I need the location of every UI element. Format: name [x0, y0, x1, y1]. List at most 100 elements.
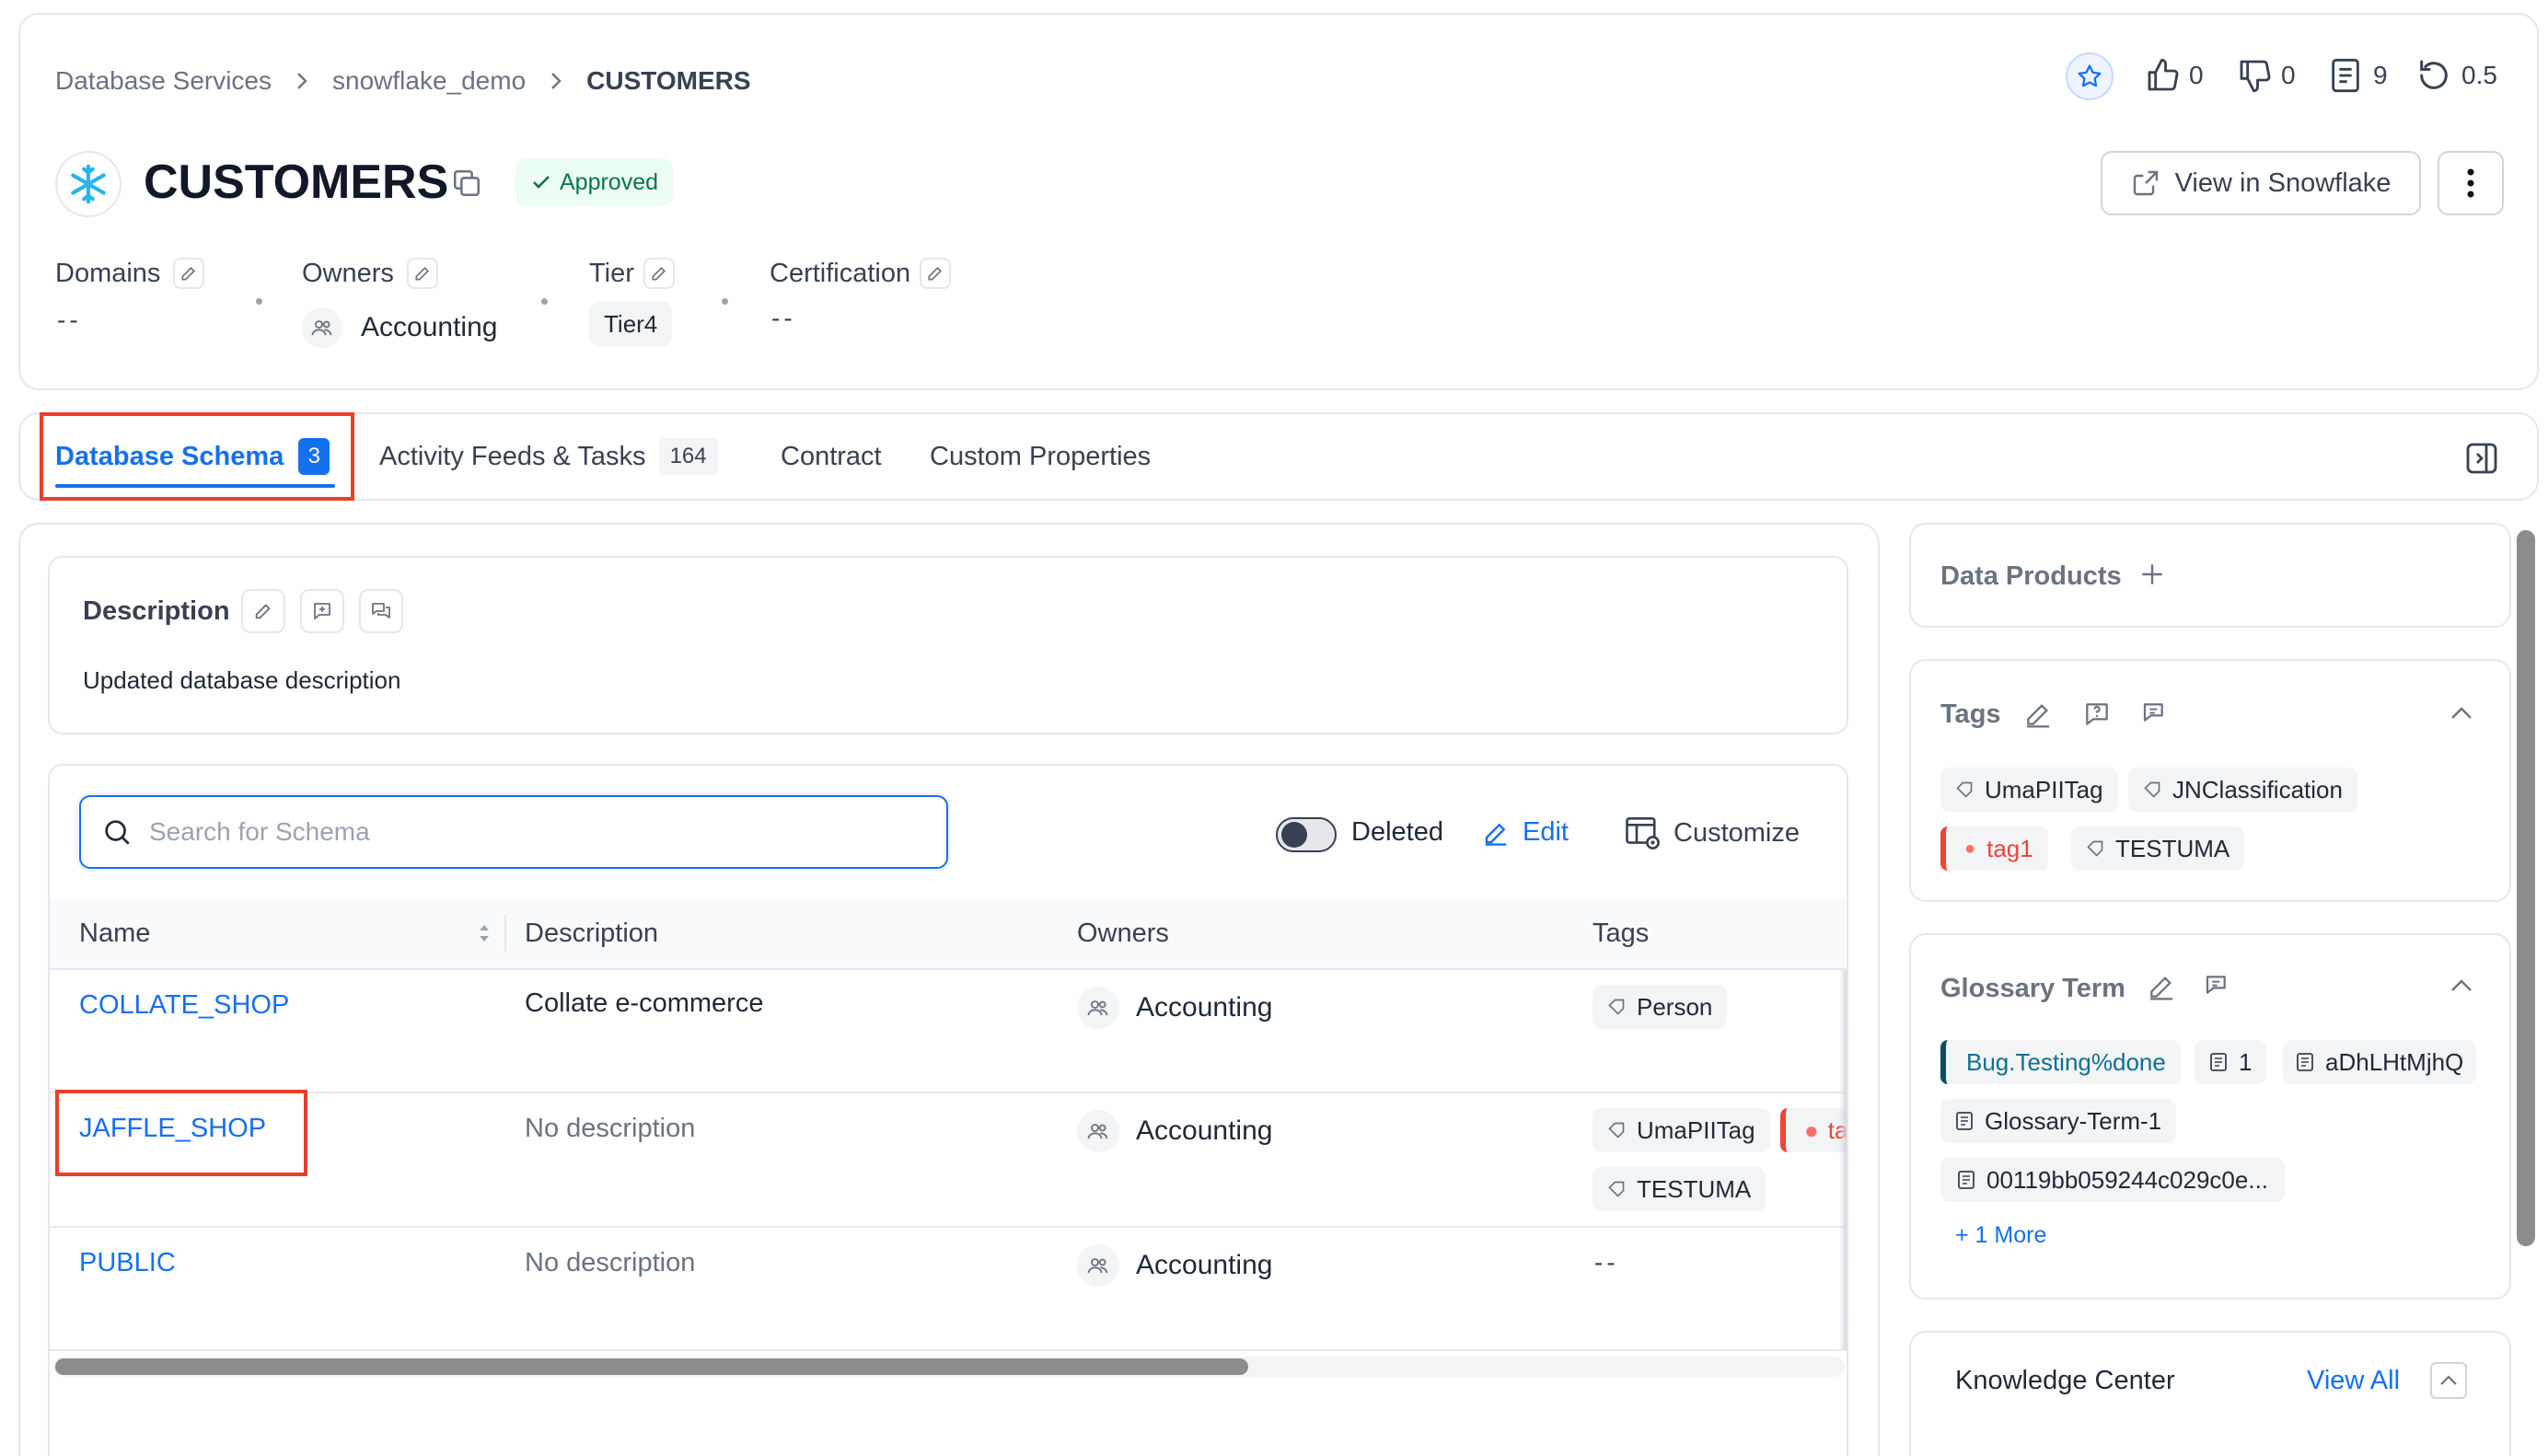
- follow-star-button[interactable]: [2066, 52, 2114, 100]
- add-data-product-button[interactable]: [2137, 560, 2167, 589]
- collapse-glossary-button[interactable]: [2449, 976, 2474, 996]
- glossary-conversation-button[interactable]: [2204, 972, 2233, 1001]
- row-owner[interactable]: Accounting: [1077, 1244, 1272, 1287]
- row-owner[interactable]: Accounting: [1077, 1110, 1272, 1152]
- tag-person[interactable]: Person: [1592, 985, 1728, 1029]
- chat-bubbles-icon: [2206, 976, 2226, 994]
- glossary-term-adhlhtmjhq[interactable]: aDhLHtMjhQ: [2283, 1040, 2477, 1084]
- chevron-up-icon: [2440, 1375, 2457, 1385]
- collapse-tags-button[interactable]: [2449, 703, 2474, 723]
- tag-umapiitag[interactable]: UmaPIITag: [1592, 1108, 1770, 1152]
- edit-tier-button[interactable]: [643, 258, 675, 289]
- request-tags-button[interactable]: [2082, 699, 2112, 729]
- chat-bubbles-icon: [372, 603, 390, 618]
- edit-button[interactable]: Edit: [1482, 817, 1569, 848]
- collapse-knowledge-button[interactable]: [2430, 1362, 2467, 1399]
- toggle-panel-icon[interactable]: [2463, 440, 2500, 477]
- thumbs-down-icon: [2240, 60, 2271, 93]
- edit-owners-button[interactable]: [406, 258, 438, 289]
- like-button[interactable]: 0: [2145, 57, 2204, 94]
- conversation-button[interactable]: [359, 589, 403, 633]
- breadcrumb-snowflake-demo[interactable]: snowflake_demo: [332, 66, 526, 96]
- glossary-term-glossary-term-1[interactable]: Glossary-Term-1: [1940, 1099, 2177, 1143]
- tags-label: Tags: [1940, 699, 2001, 729]
- copy-icon[interactable]: [451, 168, 482, 199]
- data-products-label: Data Products: [1940, 561, 2122, 591]
- customize-button[interactable]: Customize: [1624, 814, 1800, 852]
- deleted-toggle[interactable]: [1276, 817, 1337, 852]
- glossary-term-00119bb[interactable]: 00119bb059244c029c0e...: [1940, 1158, 2286, 1202]
- tag-tag1[interactable]: ● tag1: [1940, 826, 2048, 871]
- edit-certification-button[interactable]: [920, 258, 952, 289]
- chevron-up-icon: [2451, 979, 2472, 991]
- row-highlight-box: [55, 1090, 307, 1176]
- tab-activity-feeds[interactable]: Activity Feeds & Tasks 164: [379, 438, 718, 475]
- tab-contract[interactable]: Contract: [781, 442, 882, 472]
- certification-label: Certification: [770, 258, 952, 289]
- glossary-more-link[interactable]: + 1 More: [1955, 1222, 2046, 1249]
- knowledge-center-label: Knowledge Center: [1955, 1366, 2175, 1395]
- header-divider: [50, 968, 1847, 970]
- tab-count-badge: 164: [658, 438, 718, 475]
- view-all-link[interactable]: View All: [2307, 1366, 2400, 1396]
- table-settings-icon: [1626, 816, 1660, 849]
- sort-icon[interactable]: [477, 920, 492, 946]
- tasks-count: 9: [2373, 61, 2388, 89]
- tag-icon: [1956, 781, 1973, 798]
- page-vertical-scrollbar-thumb[interactable]: [2517, 530, 2535, 1246]
- tag-umapiitag[interactable]: UmaPIITag: [1940, 768, 2118, 812]
- more-options-button[interactable]: [2438, 151, 2504, 215]
- row-owner[interactable]: Accounting: [1077, 987, 1272, 1029]
- search-input[interactable]: Search for Schema: [79, 795, 948, 869]
- description-heading: Description: [83, 596, 230, 626]
- edit-glossary-button[interactable]: [2147, 972, 2176, 1001]
- view-in-snowflake-button[interactable]: View in Snowflake: [2101, 151, 2421, 215]
- version-history-button[interactable]: 0.5: [2415, 57, 2497, 94]
- column-header-tags: Tags: [1592, 919, 1650, 948]
- pencil-icon: [1485, 823, 1507, 846]
- pencil-icon: [652, 266, 666, 281]
- team-icon: [1077, 987, 1119, 1029]
- description-text: Updated database description: [83, 666, 401, 694]
- tier-badge[interactable]: Tier4: [589, 302, 673, 346]
- search-placeholder: Search for Schema: [149, 817, 370, 846]
- tag-icon: [1608, 1122, 1625, 1138]
- column-header-name[interactable]: Name: [79, 919, 150, 949]
- edit-description-button[interactable]: [241, 589, 285, 633]
- request-description-button[interactable]: [300, 589, 344, 633]
- dislike-button[interactable]: 0: [2237, 57, 2296, 94]
- tab-custom-properties[interactable]: Custom Properties: [930, 442, 1151, 472]
- owner-accounting[interactable]: Accounting: [302, 307, 497, 348]
- glossary-label: Glossary Term: [1940, 974, 2125, 1003]
- breadcrumb-database-services[interactable]: Database Services: [55, 66, 272, 96]
- tag-testuma[interactable]: TESTUMA: [1592, 1167, 1766, 1211]
- tag-truncated[interactable]: ● ta: [1780, 1108, 1847, 1152]
- separator-dot: [541, 298, 548, 305]
- column-header-owners: Owners: [1077, 919, 1169, 948]
- glossary-term-bug-testing[interactable]: Bug.Testing%done: [1940, 1040, 2181, 1084]
- edit-tags-button[interactable]: [2023, 699, 2053, 729]
- table-horizontal-scrollbar-thumb[interactable]: [55, 1358, 1248, 1375]
- tag-jnclassification[interactable]: JNClassification: [2128, 768, 2357, 812]
- row-description: No description: [525, 1248, 696, 1277]
- table-right-shadow: [1839, 970, 1847, 1349]
- snowflake-logo: [55, 151, 122, 217]
- glossary-term-1[interactable]: 1: [2195, 1040, 2267, 1084]
- table-header: [50, 898, 1847, 970]
- schema-link-collate-shop[interactable]: COLLATE_SHOP: [79, 990, 289, 1021]
- tags-conversation-button[interactable]: [2141, 699, 2171, 729]
- glossary-icon: [1956, 1112, 1973, 1130]
- pencil-icon: [181, 266, 196, 281]
- tag-icon: [2144, 781, 2160, 798]
- separator-dot: [256, 298, 262, 305]
- tag-icon: [2087, 840, 2103, 857]
- comment-question-icon: [2086, 703, 2108, 725]
- tasks-button[interactable]: 9: [2329, 57, 2388, 94]
- chevron-right-icon: [550, 72, 562, 90]
- schema-link-public[interactable]: PUBLIC: [79, 1248, 176, 1278]
- column-header-description: Description: [525, 919, 659, 948]
- team-icon: [1077, 1244, 1119, 1287]
- star-icon: [2078, 64, 2102, 87]
- tag-testuma[interactable]: TESTUMA: [2071, 826, 2245, 871]
- edit-domains-button[interactable]: [173, 258, 205, 289]
